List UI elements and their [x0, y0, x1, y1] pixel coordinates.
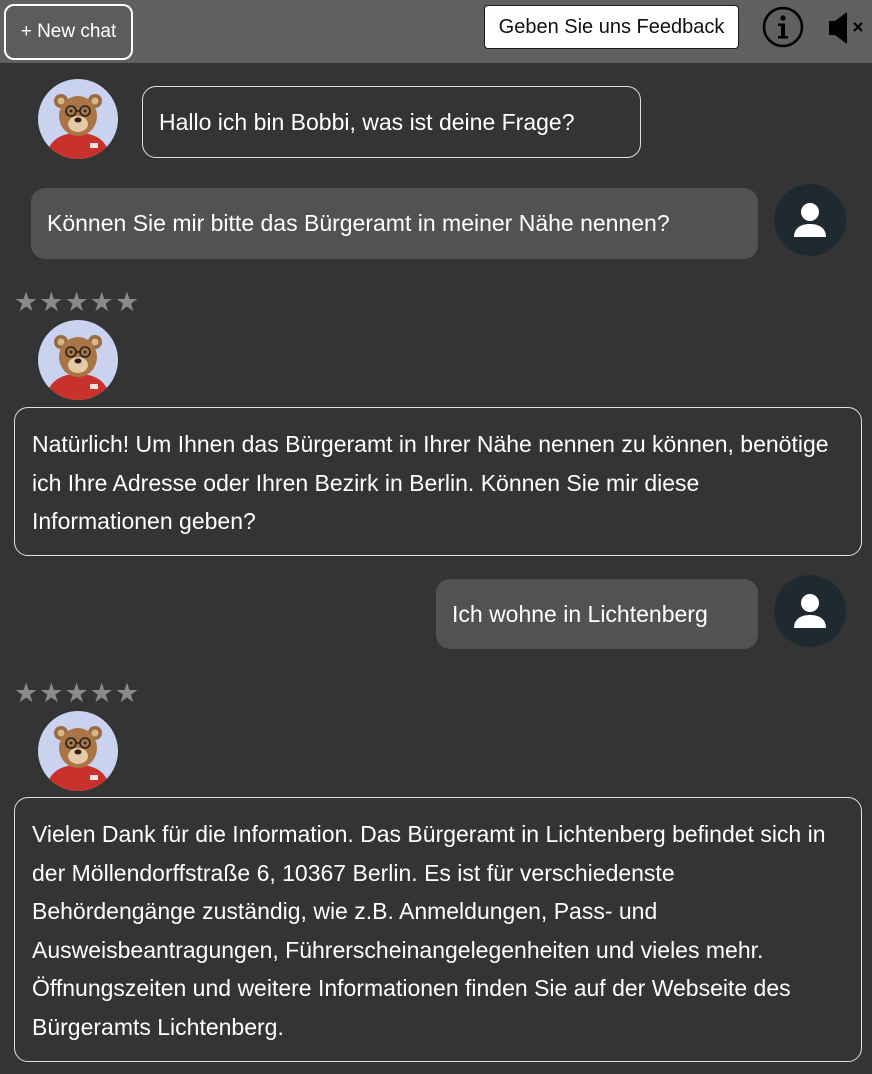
feedback-button[interactable]: Geben Sie uns Feedback: [484, 5, 739, 49]
new-chat-button[interactable]: + New chat: [4, 4, 133, 60]
info-icon[interactable]: [762, 6, 804, 48]
bear-mascot-icon: [38, 711, 118, 791]
star-icon[interactable]: ★: [90, 680, 114, 707]
user-avatar: [774, 575, 846, 647]
star-icon[interactable]: ★: [39, 680, 63, 707]
bot-message-text: Hallo ich bin Bobbi, was ist deine Frage…: [159, 108, 575, 135]
user-message-bubble: Ich wohne in Lichtenberg: [436, 579, 758, 649]
user-avatar: [774, 184, 846, 256]
bot-message-bubble: Hallo ich bin Bobbi, was ist deine Frage…: [142, 86, 641, 158]
bot-avatar: [38, 79, 118, 159]
rating-stars: ★ ★ ★ ★ ★: [14, 289, 139, 316]
bot-message-text: Vielen Dank für die Information. Das Bür…: [32, 821, 826, 1040]
star-icon[interactable]: ★: [64, 680, 88, 707]
star-icon[interactable]: ★: [115, 680, 139, 707]
user-message-text: Können Sie mir bitte das Bürgeramt in me…: [47, 210, 670, 236]
bot-message-bubble: Natürlich! Um Ihnen das Bürgeramt in Ihr…: [14, 407, 862, 556]
user-message-bubble: Können Sie mir bitte das Bürgeramt in me…: [31, 188, 758, 259]
bot-avatar: [38, 320, 118, 400]
user-icon: [794, 594, 826, 628]
star-icon[interactable]: ★: [115, 289, 139, 316]
star-icon[interactable]: ★: [39, 289, 63, 316]
rating-stars: ★ ★ ★ ★ ★: [14, 680, 139, 707]
bear-mascot-icon: [38, 79, 118, 159]
bear-mascot-icon: [38, 320, 118, 400]
bot-message-text: Natürlich! Um Ihnen das Bürgeramt in Ihr…: [32, 431, 829, 534]
star-icon[interactable]: ★: [90, 289, 114, 316]
bot-message-bubble: Vielen Dank für die Information. Das Bür…: [14, 797, 862, 1062]
speaker-muted-icon[interactable]: [826, 8, 868, 48]
user-icon: [794, 203, 826, 237]
user-message-text: Ich wohne in Lichtenberg: [452, 600, 708, 627]
star-icon[interactable]: ★: [14, 289, 38, 316]
star-icon[interactable]: ★: [64, 289, 88, 316]
star-icon[interactable]: ★: [14, 680, 38, 707]
top-bar: + New chat Geben Sie uns Feedback: [0, 0, 872, 63]
bot-avatar: [38, 711, 118, 791]
